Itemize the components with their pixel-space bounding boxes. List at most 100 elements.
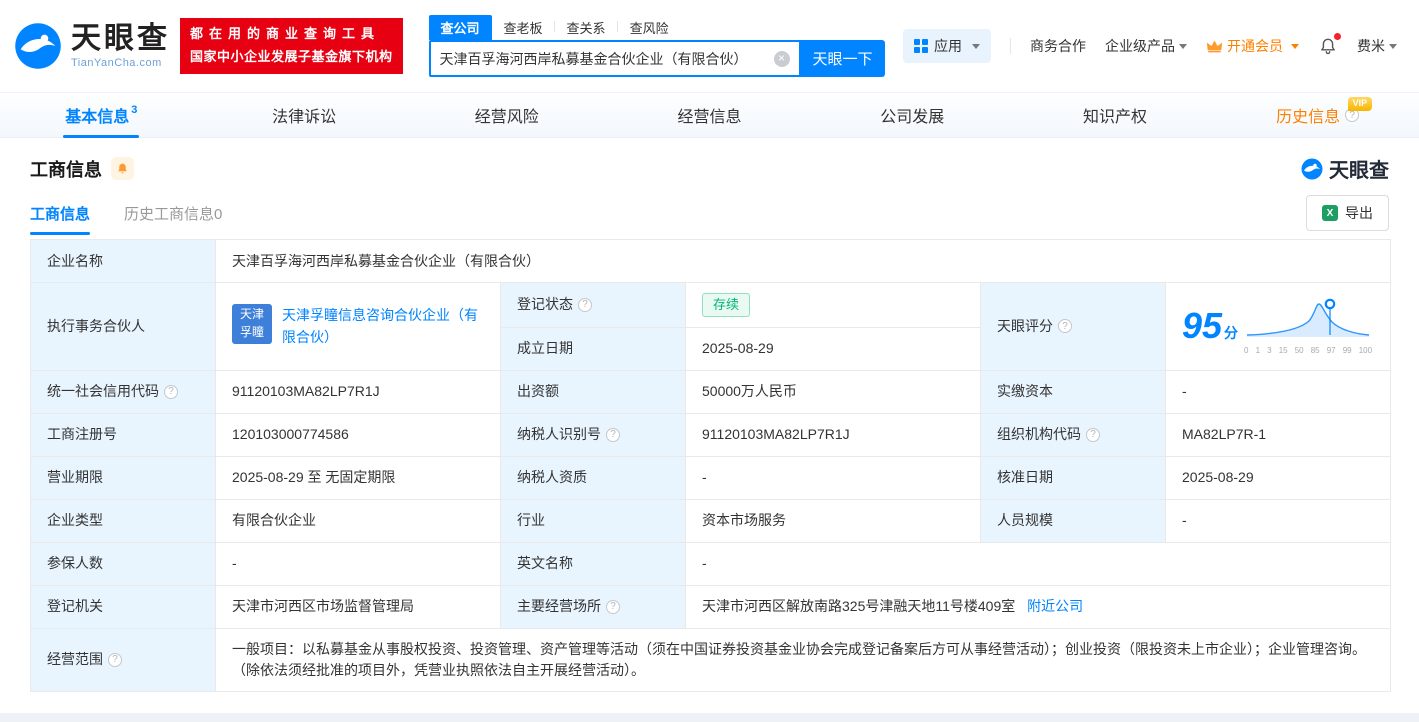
user-menu[interactable]: 费米 xyxy=(1357,36,1397,56)
score-number: 95 分 xyxy=(1182,305,1239,347)
value-capital: 50000万人民币 xyxy=(685,369,981,414)
value-registration-authority: 天津市河西区市场监督管理局 xyxy=(215,584,501,629)
tab-legal-proceedings[interactable]: 法律诉讼 xyxy=(203,93,406,137)
export-button[interactable]: X 导出 xyxy=(1306,195,1389,231)
value-taxpayer-id: 91120103MA82LP7R1J xyxy=(685,412,981,457)
tab-legal-label: 法律诉讼 xyxy=(272,109,337,126)
value-approval-date: 2025-08-29 xyxy=(1164,455,1392,500)
search-tab-company[interactable]: 查公司 xyxy=(428,15,492,40)
label-taxpayer-quality: 纳税人资质 xyxy=(500,455,686,500)
value-business-address: 天津市河西区解放南路325号津融天地11号楼409室 附近公司 xyxy=(684,584,1392,629)
menu-business-cooperation[interactable]: 商务合作 xyxy=(1030,36,1086,56)
help-icon[interactable]: ? xyxy=(1086,427,1100,442)
label-business-address: 主要经营场所? xyxy=(500,584,686,629)
value-tianyan-score: 95 分 01 3 15 50 85 97 99 100 xyxy=(1164,282,1392,371)
score-axis-ticks: 01 3 15 50 85 97 99 100 xyxy=(1244,345,1373,355)
menu-enterprise-products[interactable]: 企业级产品 xyxy=(1105,36,1187,56)
value-org-code: MA82LP7R-1 xyxy=(1164,412,1392,457)
tab-basic-info[interactable]: 基本信息 3 xyxy=(0,93,203,137)
company-nav-tabs: 基本信息 3 法律诉讼 经营风险 经营信息 公司发展 知识产权 历史信息 ? V… xyxy=(0,92,1419,138)
chevron-down-icon xyxy=(1389,43,1397,49)
tab-basic-info-label: 基本信息 xyxy=(65,109,130,126)
subtab-business-info[interactable]: 工商信息 xyxy=(30,191,91,235)
value-insured-count: - xyxy=(215,541,501,586)
watermark-text: 天眼查 xyxy=(1329,160,1389,182)
export-label: 导出 xyxy=(1345,205,1373,221)
tab-history-info[interactable]: 历史信息 ? VIP xyxy=(1216,93,1419,137)
search-tab-relation[interactable]: 查关系 xyxy=(555,15,618,40)
help-icon[interactable]: ? xyxy=(606,427,620,442)
partner-link[interactable]: 天津孚瞳信息咨询合伙企业（有限合伙） xyxy=(282,304,484,349)
header: 天眼查 TianYanCha.com 都在用的商业查询工具 国家中小企业发展子基… xyxy=(0,0,1419,92)
search-input-wrap: × xyxy=(428,40,801,77)
value-registration-number: 120103000774586 xyxy=(215,412,501,457)
tab-development-label: 公司发展 xyxy=(880,109,945,126)
value-registration-status: 存续 xyxy=(685,282,981,328)
search-input[interactable] xyxy=(439,50,774,67)
tab-history-label: 历史信息 xyxy=(1276,109,1341,126)
label-company-type: 企业类型 xyxy=(30,498,216,543)
tianyancha-watermark: 天眼查 xyxy=(1300,154,1389,183)
table-row: 登记机关 天津市河西区市场监督管理局 主要经营场所? 天津市河西区解放南路325… xyxy=(30,584,1392,629)
value-credit-code: 91120103MA82LP7R1J xyxy=(215,369,501,414)
value-company-name: 天津百孚海河西岸私募基金合伙企业（有限合伙） xyxy=(214,239,1392,283)
tab-operation-info[interactable]: 经营信息 xyxy=(608,93,811,137)
search-tab-risk[interactable]: 查风险 xyxy=(618,15,681,40)
chevron-down-icon xyxy=(1291,43,1299,49)
nearby-companies-link[interactable]: 附近公司 xyxy=(1027,598,1083,614)
menu-vip-upgrade[interactable]: 开通会员 xyxy=(1206,36,1299,56)
apps-label: 应用 xyxy=(934,38,962,54)
tianyancha-watermark-icon xyxy=(1301,158,1323,179)
logo-domain: TianYanCha.com xyxy=(71,57,162,70)
tianyancha-logo-icon xyxy=(15,23,61,69)
help-icon[interactable]: ? xyxy=(1058,319,1072,334)
table-row: 企业名称 天津百孚海河西岸私募基金合伙企业（有限合伙） xyxy=(30,239,1392,283)
help-icon[interactable]: ? xyxy=(578,297,592,312)
subtab-history-business-info[interactable]: 历史工商信息0 xyxy=(124,191,222,235)
subscribe-bell-icon[interactable] xyxy=(111,157,134,180)
search-button[interactable]: 天眼一下 xyxy=(800,40,885,77)
footer-strip xyxy=(0,713,1419,722)
table-row: 统一社会信用代码? 91120103MA82LP7R1J 出资额 50000万人… xyxy=(30,369,1392,414)
section-title: 工商信息 xyxy=(30,159,102,180)
label-approval-date: 核准日期 xyxy=(980,455,1166,500)
chevron-down-icon xyxy=(972,43,980,49)
value-staff-size: - xyxy=(1164,498,1392,543)
partner-logo-line1: 天津 xyxy=(239,307,264,322)
label-tianyan-score: 天眼评分? xyxy=(980,282,1166,371)
label-english-name: 英文名称 xyxy=(500,541,686,586)
value-company-type: 有限合伙企业 xyxy=(215,498,501,543)
search-tabs: 查公司 查老板 查关系 查风险 xyxy=(428,15,885,40)
label-credit-code: 统一社会信用代码? xyxy=(30,369,216,414)
help-icon[interactable]: ? xyxy=(108,652,122,667)
subtabs: 工商信息 历史工商信息0 X 导出 xyxy=(30,191,1389,235)
label-executive-partner: 执行事务合伙人 xyxy=(30,282,216,371)
excel-icon: X xyxy=(1322,205,1338,221)
label-business-scope: 经营范围? xyxy=(30,627,216,692)
tab-operation-risk[interactable]: 经营风险 xyxy=(405,93,608,137)
label-registration-number: 工商注册号 xyxy=(30,412,216,457)
vip-label: 开通会员 xyxy=(1227,38,1283,54)
label-establish-date: 成立日期 xyxy=(500,326,686,371)
partner-logo[interactable]: 天津 孚瞳 xyxy=(232,303,272,344)
search-tab-boss[interactable]: 查老板 xyxy=(492,15,555,40)
tianyancha-logo[interactable]: 天眼查 TianYanCha.com xyxy=(12,20,170,72)
notifications-bell-icon[interactable] xyxy=(1318,33,1341,56)
help-icon[interactable]: ? xyxy=(606,599,620,614)
help-icon[interactable]: ? xyxy=(164,384,178,399)
table-row: 企业类型 有限合伙企业 行业 资本市场服务 人员规模 - xyxy=(30,498,1392,543)
clear-icon[interactable]: × xyxy=(773,50,790,67)
tab-company-development[interactable]: 公司发展 xyxy=(811,93,1014,137)
apps-grid-icon xyxy=(914,39,928,53)
table-row: 经营范围? 一般项目：以私募基金从事股权投资、投资管理、资产管理等活动（须在中国… xyxy=(30,627,1392,692)
tab-intellectual-property[interactable]: 知识产权 xyxy=(1014,93,1217,137)
apps-menu-button[interactable]: 应用 xyxy=(903,29,991,63)
chevron-down-icon xyxy=(1179,43,1187,49)
label-business-term: 营业期限 xyxy=(30,455,216,500)
value-executive-partner: 天津 孚瞳 天津孚瞳信息咨询合伙企业（有限合伙） xyxy=(215,282,501,371)
section-head: 工商信息 天眼查 xyxy=(30,154,1389,183)
header-menu: 应用 商务合作 企业级产品 开通会员 费米 xyxy=(903,29,1397,63)
table-row: 参保人数 - 英文名称 - xyxy=(30,541,1392,586)
label-org-code: 组织机构代码? xyxy=(980,412,1166,457)
value-establish-date: 2025-08-29 xyxy=(685,326,981,371)
